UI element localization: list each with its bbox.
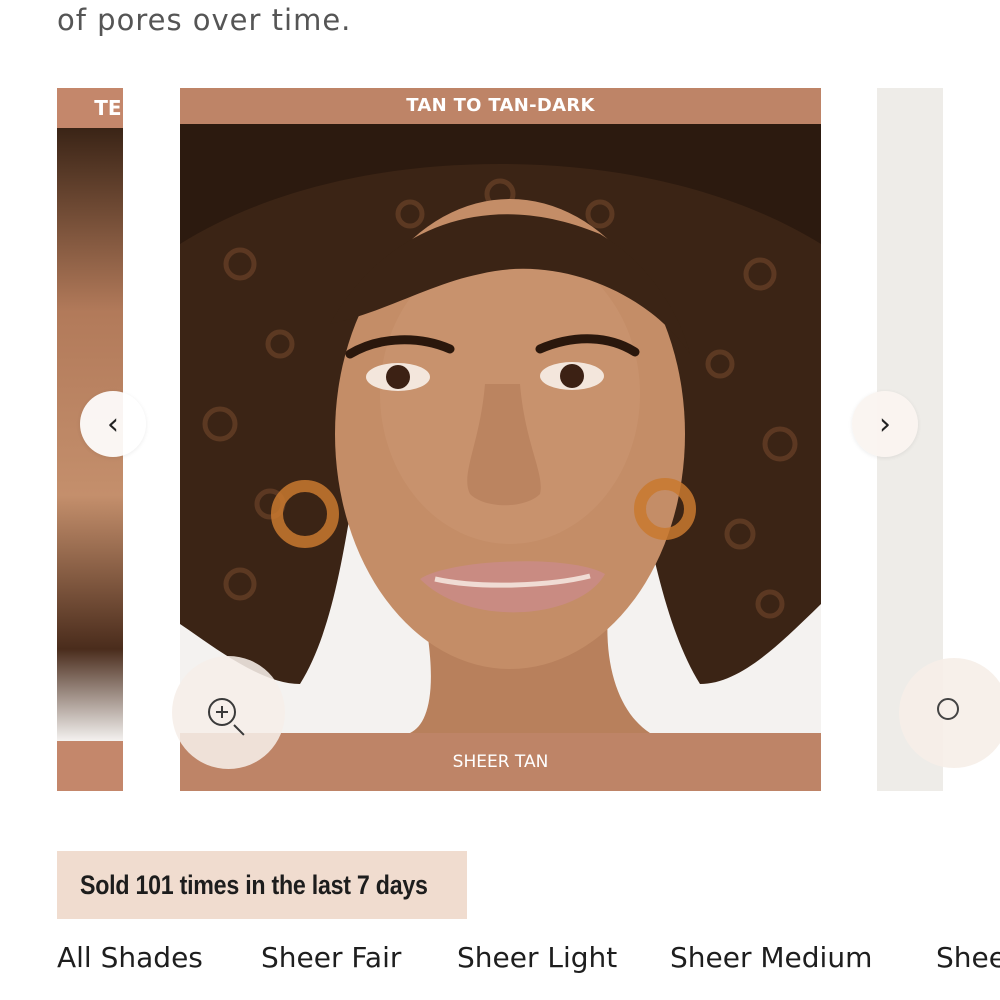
chevron-right-icon: › [879, 406, 891, 442]
slide-top-label: TER [94, 96, 123, 120]
description-text: of pores over time. [57, 3, 352, 37]
carousel-next-button[interactable]: › [852, 391, 918, 457]
zoom-in-icon[interactable] [172, 656, 285, 769]
tab-sheer-medium[interactable]: Sheer Medium [670, 941, 872, 974]
tab-all-shades[interactable]: All Shades [57, 941, 203, 974]
sales-badge-text: Sold 101 times in the last 7 days [80, 869, 428, 900]
tab-sheer-fair[interactable]: Sheer Fair [261, 941, 401, 974]
tab-sheer-light[interactable]: Sheer Light [457, 941, 617, 974]
carousel-prev-button[interactable]: ‹ [80, 391, 146, 457]
product-description: of pores over time. [57, 0, 351, 40]
slide-top-label: TAN TO TAN-DARK [180, 88, 821, 124]
model-photo [180, 124, 821, 733]
tab-sheer-partial[interactable]: Shee [936, 941, 1000, 974]
sales-badge: Sold 101 times in the last 7 days [57, 851, 467, 919]
zoom-in-icon[interactable] [899, 658, 1000, 768]
chevron-left-icon: ‹ [107, 406, 119, 442]
slide-bottom-band [57, 741, 123, 791]
